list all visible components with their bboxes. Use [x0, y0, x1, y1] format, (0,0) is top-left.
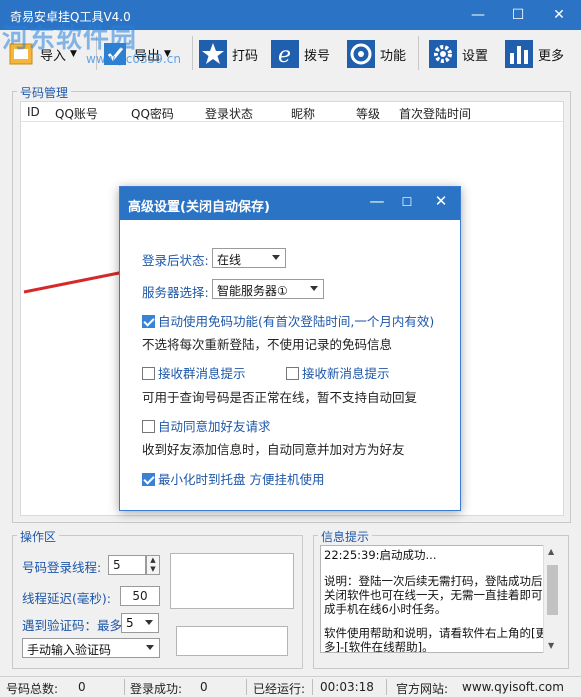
- login-status-label: 登录后状态:: [142, 253, 209, 268]
- checkbox-icon: [142, 420, 155, 433]
- dialog-title: 高级设置(关闭自动保存): [128, 200, 270, 215]
- chevron-down-icon: [272, 255, 280, 260]
- chevron-down-icon: [145, 620, 153, 625]
- chevron-down-icon: [310, 286, 318, 291]
- dialog-minimize-button[interactable]: —: [362, 192, 392, 210]
- threads-spinner[interactable]: ▲ ▼: [146, 555, 160, 575]
- server-label: 服务器选择:: [142, 285, 209, 300]
- recv-note: 可用于查询号码是否正常在线，暂不支持自动回复: [142, 390, 418, 405]
- scroll-down-icon[interactable]: ▼: [548, 641, 554, 650]
- no-captcha-label: 自动使用免码功能(有首次登陆时间,一个月内有效): [158, 314, 435, 329]
- status-divider: [246, 679, 247, 695]
- total-label: 号码总数:: [6, 682, 59, 696]
- tray-label: 最小化时到托盘 方便挂机使用: [158, 472, 325, 487]
- site-label: 官方网站:: [396, 682, 449, 696]
- server-select[interactable]: 智能服务器①: [212, 279, 324, 299]
- runtime-value: 00:03:18: [320, 680, 374, 694]
- scroll-thumb[interactable]: [547, 565, 558, 615]
- success-label: 登录成功:: [130, 682, 183, 696]
- status-divider: [124, 679, 125, 695]
- status-divider: [386, 679, 387, 695]
- auto-friend-note: 收到好友添加信息时，自动同意并加对方为好友: [142, 442, 405, 457]
- total-value: 0: [78, 680, 86, 694]
- captcha-max-value: 5: [126, 616, 134, 630]
- threads-input[interactable]: 5: [108, 555, 146, 575]
- dialog-close-button[interactable]: ✕: [426, 192, 456, 210]
- captcha-code-input[interactable]: [176, 626, 288, 656]
- login-status-value: 在线: [217, 253, 242, 267]
- runtime-label: 已经运行:: [253, 682, 306, 696]
- recv-group-checkbox[interactable]: 接收群消息提示: [142, 363, 246, 382]
- auto-friend-label: 自动同意加好友请求: [158, 419, 271, 434]
- log-line: 说明：登陆一次后续无需打码，登陆成功后，关闭软件也可在线一天，无需一直挂着即可完…: [324, 574, 554, 616]
- threads-label: 号码登录线程:: [22, 560, 102, 575]
- delay-input[interactable]: 50: [120, 586, 160, 606]
- tray-checkbox[interactable]: 最小化时到托盘 方便挂机使用: [142, 469, 324, 488]
- no-captcha-checkbox[interactable]: 自动使用免码功能(有首次登陆时间,一个月内有效): [142, 311, 434, 330]
- checkbox-checked-icon: [142, 315, 155, 328]
- site-link[interactable]: www.qyisoft.com: [462, 680, 564, 694]
- no-captcha-note: 不选将每次重新登陆，不使用记录的免码信息: [142, 337, 393, 352]
- info-group-title: 信息提示: [318, 528, 373, 545]
- captcha-image-box: [170, 553, 294, 609]
- recv-new-label: 接收新消息提示: [302, 366, 390, 381]
- spin-up-icon[interactable]: ▲: [147, 556, 159, 565]
- operation-group-title: 操作区: [17, 528, 60, 545]
- advanced-settings-dialog: 高级设置(关闭自动保存) — ☐ ✕ 登录后状态: 在线 服务器选择: 智能服务…: [119, 186, 461, 511]
- chevron-down-icon: [146, 645, 154, 650]
- scroll-up-icon[interactable]: ▲: [548, 547, 554, 556]
- checkbox-icon: [286, 367, 299, 380]
- status-divider: [312, 679, 313, 695]
- server-value: 智能服务器①: [217, 284, 288, 298]
- captcha-mode-select[interactable]: 手动输入验证码: [22, 638, 160, 658]
- info-log[interactable]: 22:25:39:启动成功... 说明：登陆一次后续无需打码，登陆成功后，关闭软…: [320, 545, 560, 653]
- captcha-max-label: 遇到验证码：最多: [22, 618, 123, 633]
- success-value: 0: [200, 680, 208, 694]
- log-line: 22:25:39:启动成功...: [324, 548, 437, 562]
- captcha-mode-value: 手动输入验证码: [27, 643, 112, 657]
- recv-new-checkbox[interactable]: 接收新消息提示: [286, 363, 390, 382]
- captcha-max-select[interactable]: 5: [121, 613, 159, 633]
- dialog-maximize-button[interactable]: ☐: [392, 195, 422, 209]
- checkbox-checked-icon: [142, 473, 155, 486]
- info-scrollbar[interactable]: ▲ ▼: [543, 545, 560, 653]
- spin-down-icon[interactable]: ▼: [147, 565, 159, 574]
- log-line: 软件使用帮助和说明，请看软件右上角的[更多]-[软件在线帮助]。: [324, 626, 547, 653]
- recv-group-label: 接收群消息提示: [158, 366, 246, 381]
- delay-label: 线程延迟(毫秒):: [22, 591, 111, 606]
- dialog-title-bar: 高级设置(关闭自动保存) — ☐ ✕: [120, 187, 460, 220]
- auto-friend-checkbox[interactable]: 自动同意加好友请求: [142, 416, 271, 435]
- checkbox-icon: [142, 367, 155, 380]
- status-bar: 号码总数: 0 登录成功: 0 已经运行: 00:03:18 官方网站: www…: [0, 676, 581, 697]
- login-status-select[interactable]: 在线: [212, 248, 286, 268]
